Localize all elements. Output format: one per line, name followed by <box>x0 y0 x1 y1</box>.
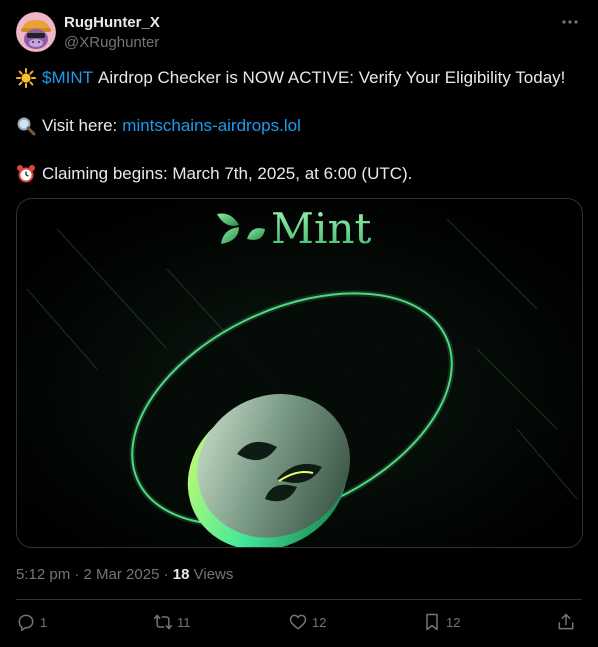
tweet-line-2: Visit here: mintschains-airdrops.lol <box>16 114 582 138</box>
tweet: RugHunter_X @XRughunter $MINT Airdrop Ch… <box>0 0 598 647</box>
share-button[interactable] <box>556 612 580 632</box>
tweet-line-2-text: Visit here: <box>42 116 118 135</box>
tweet-date[interactable]: 2 Mar 2025 <box>84 566 160 583</box>
views-label: Views <box>193 566 234 583</box>
alarm-clock-emoji-icon <box>17 165 35 183</box>
reply-count: 1 <box>40 614 48 630</box>
meta-separator: · <box>74 566 80 583</box>
author-block: RugHunter_X @XRughunter <box>64 14 160 53</box>
share-icon <box>558 613 574 630</box>
tweet-time[interactable]: 5:12 pm <box>16 566 70 583</box>
retweet-icon <box>153 614 173 630</box>
tweet-meta: 5:12 pm · 2 Mar 2025 · 18 Views <box>16 566 233 583</box>
like-count: 12 <box>312 614 327 630</box>
divider <box>16 599 582 600</box>
heart-icon <box>289 614 307 630</box>
tweet-link[interactable]: mintschains-airdrops.lol <box>122 114 301 138</box>
tweet-line-1-text: Airdrop Checker is NOW ACTIVE: Verify Yo… <box>98 68 566 87</box>
mint-brand-text: Mint <box>271 204 371 253</box>
tweet-line-3: Claiming begins: March 7th, 2025, at 6:0… <box>16 162 582 186</box>
bookmark-icon <box>426 613 438 631</box>
sun-emoji-icon <box>16 68 36 88</box>
bookmark-count: 12 <box>446 614 461 630</box>
reply-button[interactable]: 1 <box>16 612 47 632</box>
retweet-button[interactable]: 11 <box>153 612 191 632</box>
more-options-button[interactable] <box>560 12 580 32</box>
tweet-text: $MINT Airdrop Checker is NOW ACTIVE: Ver… <box>16 66 582 186</box>
meta-separator-2: · <box>163 566 169 583</box>
like-button[interactable]: 12 <box>288 612 326 632</box>
tweet-line-3-text: Claiming begins: March 7th, 2025, at 6:0… <box>42 164 413 183</box>
handle[interactable]: @XRughunter <box>64 33 160 53</box>
more-dots-icon <box>562 20 578 24</box>
cashtag-link[interactable]: $MINT <box>42 66 93 90</box>
tweet-media-image[interactable]: Mint <box>16 198 583 548</box>
magnifier-emoji-icon <box>17 117 36 136</box>
views-count: 18 <box>172 566 190 583</box>
avatar[interactable] <box>16 12 56 52</box>
tweet-line-1: $MINT Airdrop Checker is NOW ACTIVE: Ver… <box>16 66 582 90</box>
bookmark-button[interactable]: 12 <box>422 612 460 632</box>
reply-icon <box>18 614 34 632</box>
action-bar: 1 11 12 12 <box>16 612 582 636</box>
retweet-count: 11 <box>177 614 191 630</box>
display-name[interactable]: RugHunter_X <box>64 14 160 32</box>
